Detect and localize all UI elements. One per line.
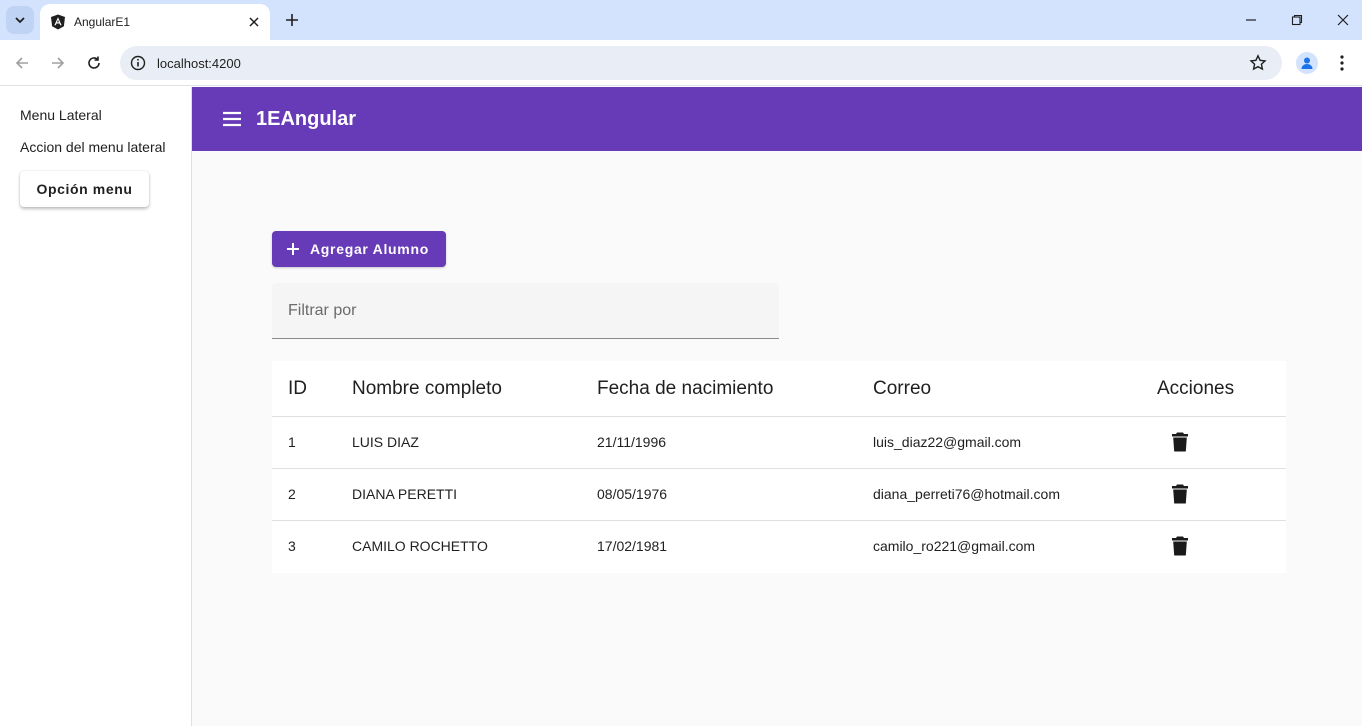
browser-tab[interactable]: AngularE1 <box>40 4 270 40</box>
close-window-icon[interactable] <box>1328 6 1358 34</box>
back-icon[interactable] <box>8 49 36 77</box>
cell-email: camilo_ro221@gmail.com <box>873 538 1036 554</box>
profile-avatar-icon[interactable] <box>1296 52 1318 74</box>
add-student-label: Agregar Alumno <box>310 241 429 257</box>
cell-name: CAMILO ROCHETTO <box>352 538 488 554</box>
cell-name: LUIS DIAZ <box>352 434 419 450</box>
forward-icon[interactable] <box>44 49 72 77</box>
cell-email: diana_perreti76@hotmail.com <box>873 486 1060 502</box>
side-nav-title: Menu Lateral <box>20 107 102 123</box>
table-row: 2 DIANA PERETTI 08/05/1976 diana_perreti… <box>272 469 1286 521</box>
cell-email: luis_diaz22@gmail.com <box>873 434 1022 450</box>
header-birthdate[interactable]: Fecha de nacimiento <box>597 378 773 400</box>
tab-search-button[interactable] <box>6 6 34 34</box>
table-row: 1 LUIS DIAZ 21/11/1996 luis_diaz22@gmail… <box>272 417 1286 469</box>
header-email[interactable]: Correo <box>873 378 931 400</box>
filter-field[interactable] <box>272 283 779 339</box>
filter-input[interactable] <box>272 283 779 338</box>
app-title: 1EAngular <box>256 107 357 130</box>
browser-toolbar: localhost:4200 <box>0 40 1362 86</box>
delete-icon[interactable] <box>1172 432 1188 452</box>
header-id[interactable]: ID <box>288 378 307 400</box>
cell-name: DIANA PERETTI <box>352 486 458 502</box>
plus-icon <box>286 242 300 256</box>
angular-logo-icon <box>50 14 66 30</box>
side-nav: Menu Lateral Accion del menu lateral Opc… <box>0 87 192 726</box>
browser-menu-icon[interactable] <box>1334 52 1350 74</box>
tab-title: AngularE1 <box>74 15 131 29</box>
url-text[interactable]: localhost:4200 <box>157 56 1248 71</box>
app-toolbar: 1EAngular <box>192 87 1362 151</box>
cell-birthdate: 17/02/1981 <box>597 538 668 554</box>
bookmark-star-icon[interactable] <box>1248 53 1268 73</box>
side-nav-action-text: Accion del menu lateral <box>20 139 166 155</box>
menu-option-button[interactable]: Opción menu <box>20 171 149 207</box>
add-student-button[interactable]: Agregar Alumno <box>272 231 446 267</box>
cell-birthdate: 21/11/1996 <box>597 434 667 450</box>
close-tab-icon[interactable] <box>244 12 264 32</box>
cell-id: 2 <box>288 486 296 502</box>
cell-birthdate: 08/05/1976 <box>597 486 668 502</box>
cell-id: 1 <box>288 434 296 450</box>
browser-tabbar: AngularE1 <box>0 0 1362 40</box>
minimize-icon[interactable] <box>1236 6 1266 34</box>
cell-id: 3 <box>288 538 296 554</box>
restore-icon[interactable] <box>1282 6 1312 34</box>
main-content: Agregar Alumno ID Nombre completo Fecha … <box>192 151 1362 726</box>
students-table: ID Nombre completo Fecha de nacimiento C… <box>272 361 1286 573</box>
site-info-icon[interactable] <box>130 55 146 71</box>
address-bar[interactable]: localhost:4200 <box>120 46 1282 80</box>
chevron-down-icon <box>15 17 25 24</box>
delete-icon[interactable] <box>1172 536 1188 556</box>
hamburger-menu-icon[interactable] <box>220 107 244 131</box>
header-actions: Acciones <box>1157 378 1235 399</box>
table-row: 3 CAMILO ROCHETTO 17/02/1981 camilo_ro22… <box>272 521 1286 573</box>
reload-icon[interactable] <box>80 49 108 77</box>
table-header-row: ID Nombre completo Fecha de nacimiento C… <box>272 361 1286 417</box>
new-tab-icon[interactable] <box>280 8 304 32</box>
header-name[interactable]: Nombre completo <box>352 378 502 400</box>
delete-icon[interactable] <box>1172 484 1188 504</box>
